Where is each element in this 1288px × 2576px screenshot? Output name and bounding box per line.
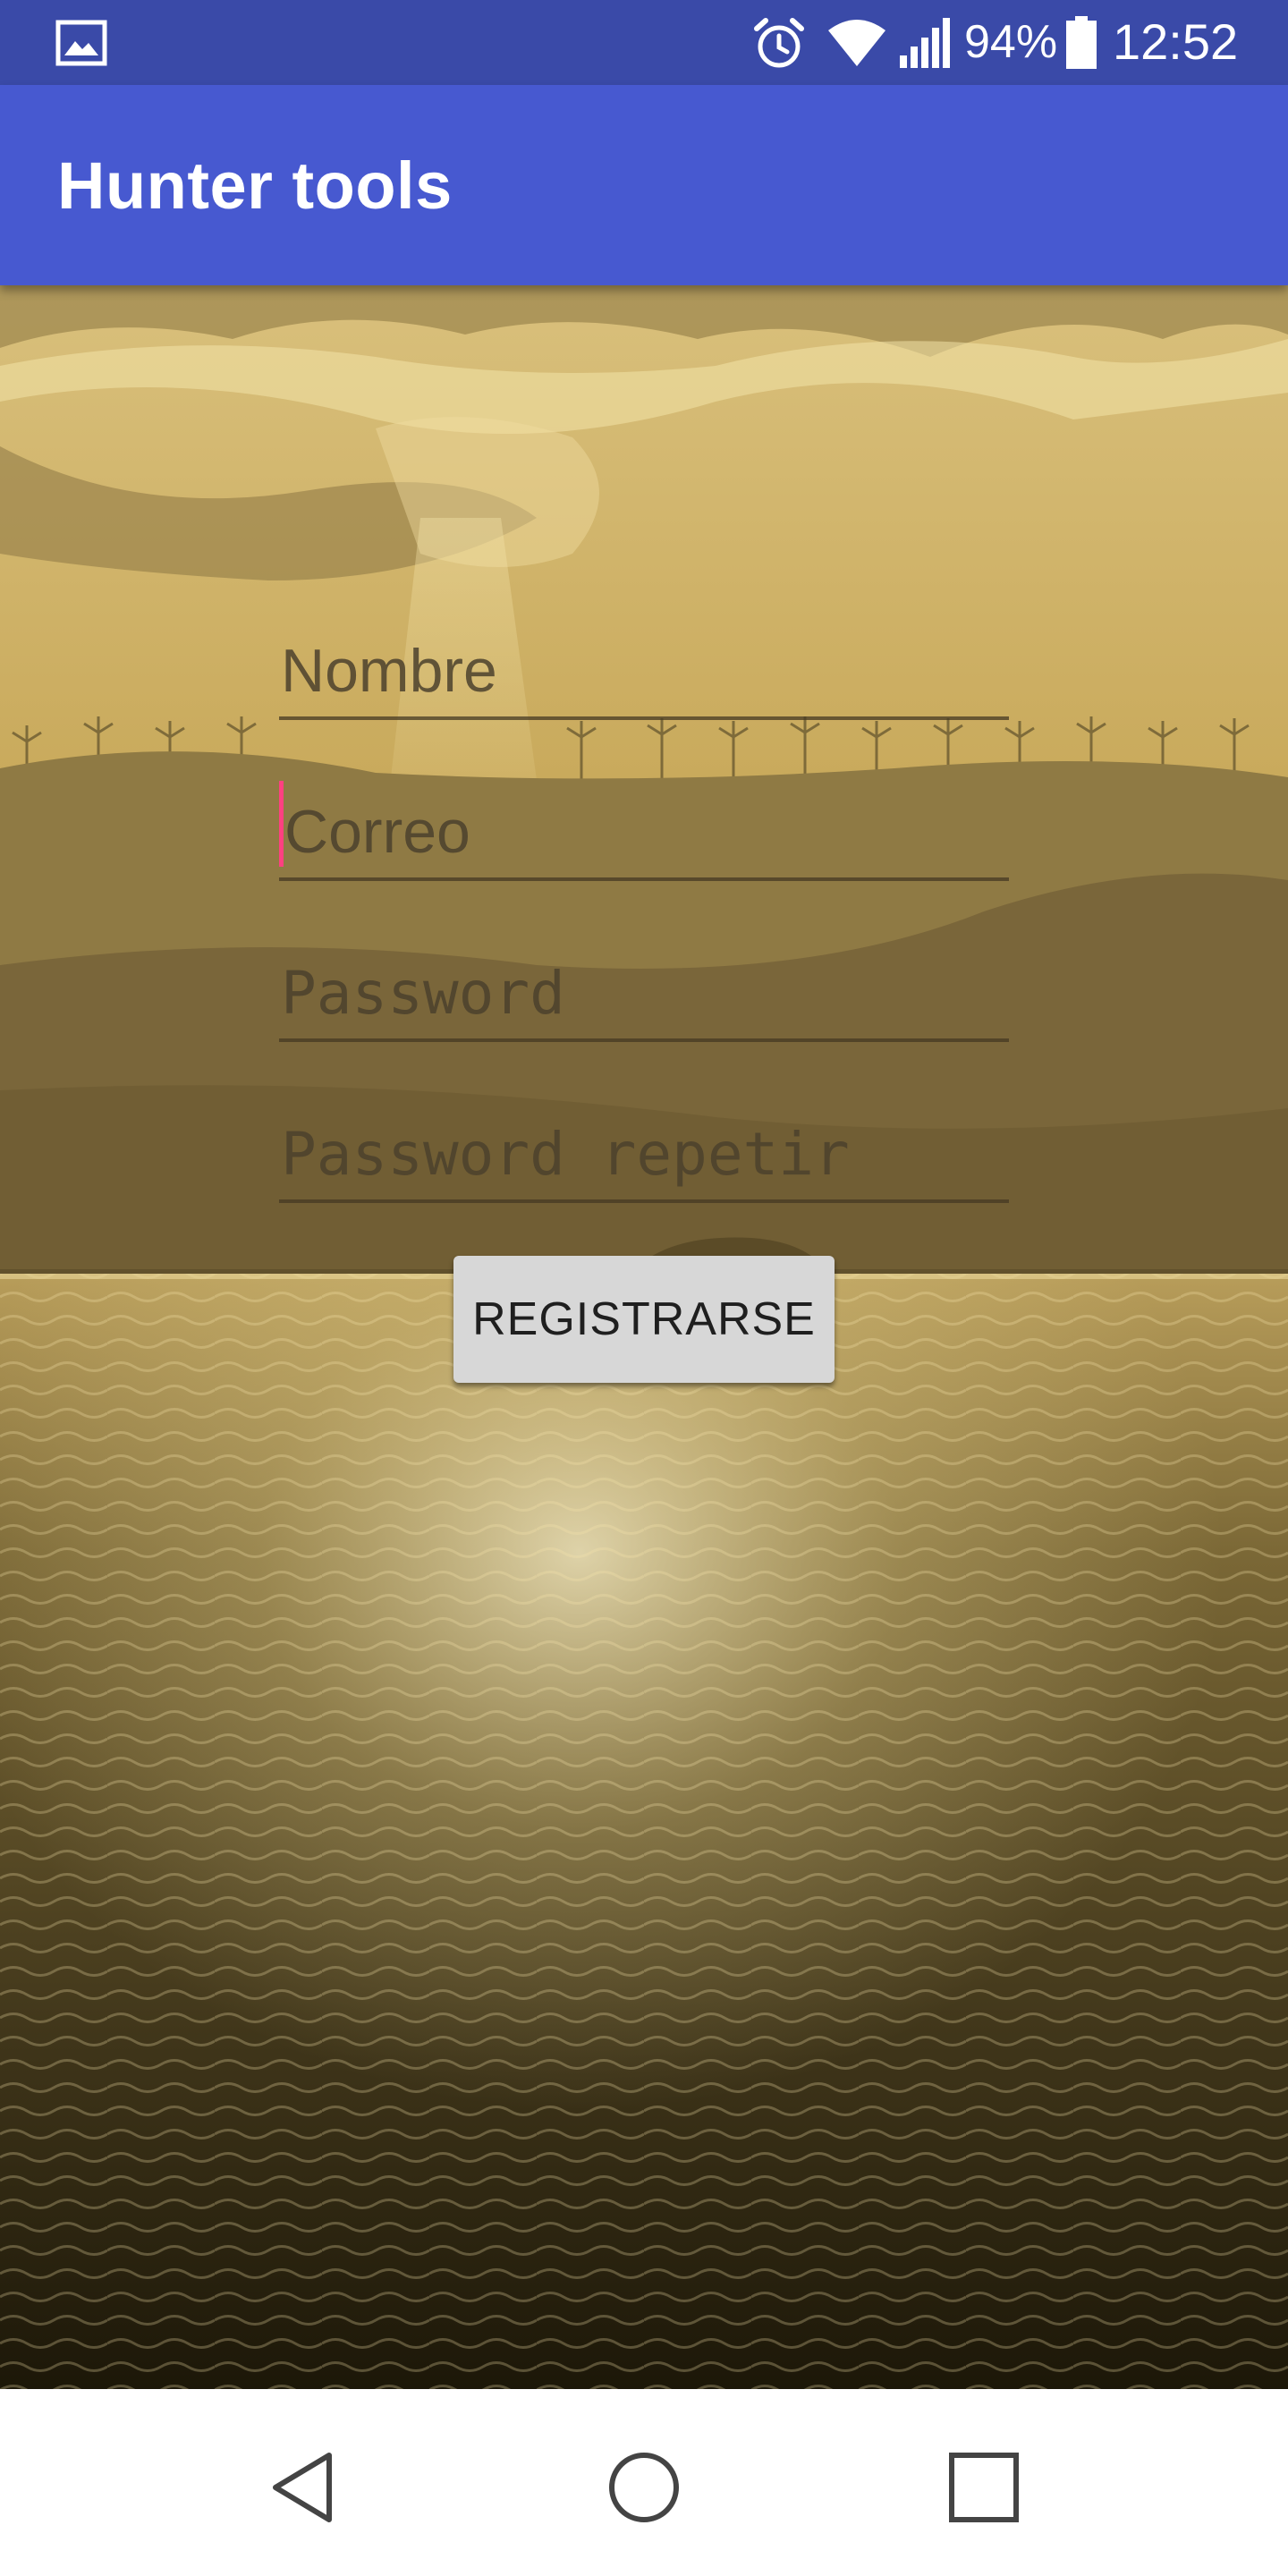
recents-icon[interactable] <box>941 2445 1027 2530</box>
password-field[interactable]: Password <box>279 944 1009 1042</box>
password-placeholder: Password <box>281 959 565 1028</box>
gallery-icon <box>55 20 107 66</box>
navigation-bar <box>0 2389 1288 2576</box>
password-repeat-placeholder: Password repetir <box>281 1120 850 1189</box>
battery-percent: 94% <box>964 16 1058 68</box>
name-field[interactable]: Nombre <box>279 622 1009 720</box>
register-button[interactable]: REGISTRARSE <box>453 1256 835 1383</box>
name-placeholder: Nombre <box>281 637 497 705</box>
text-cursor <box>279 781 284 867</box>
status-bar: 94% 12:52 <box>0 0 1288 85</box>
clock: 12:52 <box>1113 13 1239 70</box>
password-repeat-field[interactable]: Password repetir <box>279 1105 1009 1203</box>
home-icon[interactable] <box>601 2445 687 2530</box>
content-area: Nombre Correo Password Password repetir … <box>0 285 1288 2389</box>
screen: 94% 12:52 Hunter tools Nombre Correo Pas… <box>0 0 1288 2576</box>
email-placeholder: Correo <box>284 798 470 866</box>
email-field[interactable]: Correo <box>279 781 1009 881</box>
signal-icon <box>900 18 950 68</box>
back-icon[interactable] <box>261 2445 347 2530</box>
app-title: Hunter tools <box>57 148 453 223</box>
alarm-icon <box>754 18 804 68</box>
battery-icon <box>1066 16 1097 69</box>
wifi-icon <box>828 20 886 66</box>
app-bar: Hunter tools <box>0 85 1288 285</box>
